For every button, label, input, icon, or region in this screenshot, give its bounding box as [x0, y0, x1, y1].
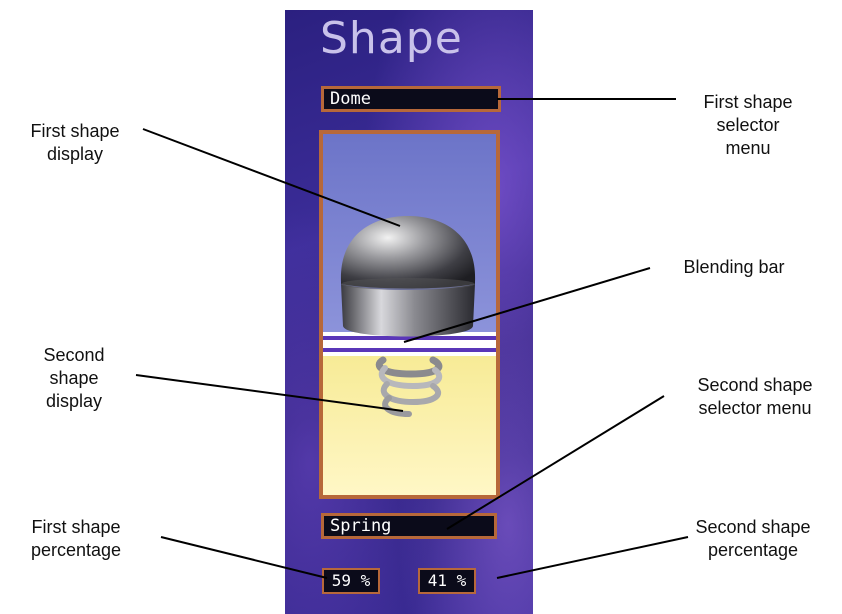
- leader-second-selector-menu: [446, 395, 665, 530]
- leader-first-shape-display: [142, 128, 401, 227]
- leader-blending-bar: [403, 267, 651, 343]
- annotation-leader-lines: [135, 98, 689, 579]
- leader-first-percentage: [160, 536, 328, 579]
- leader-second-shape-display: [135, 374, 404, 412]
- leader-second-percentage: [496, 536, 689, 579]
